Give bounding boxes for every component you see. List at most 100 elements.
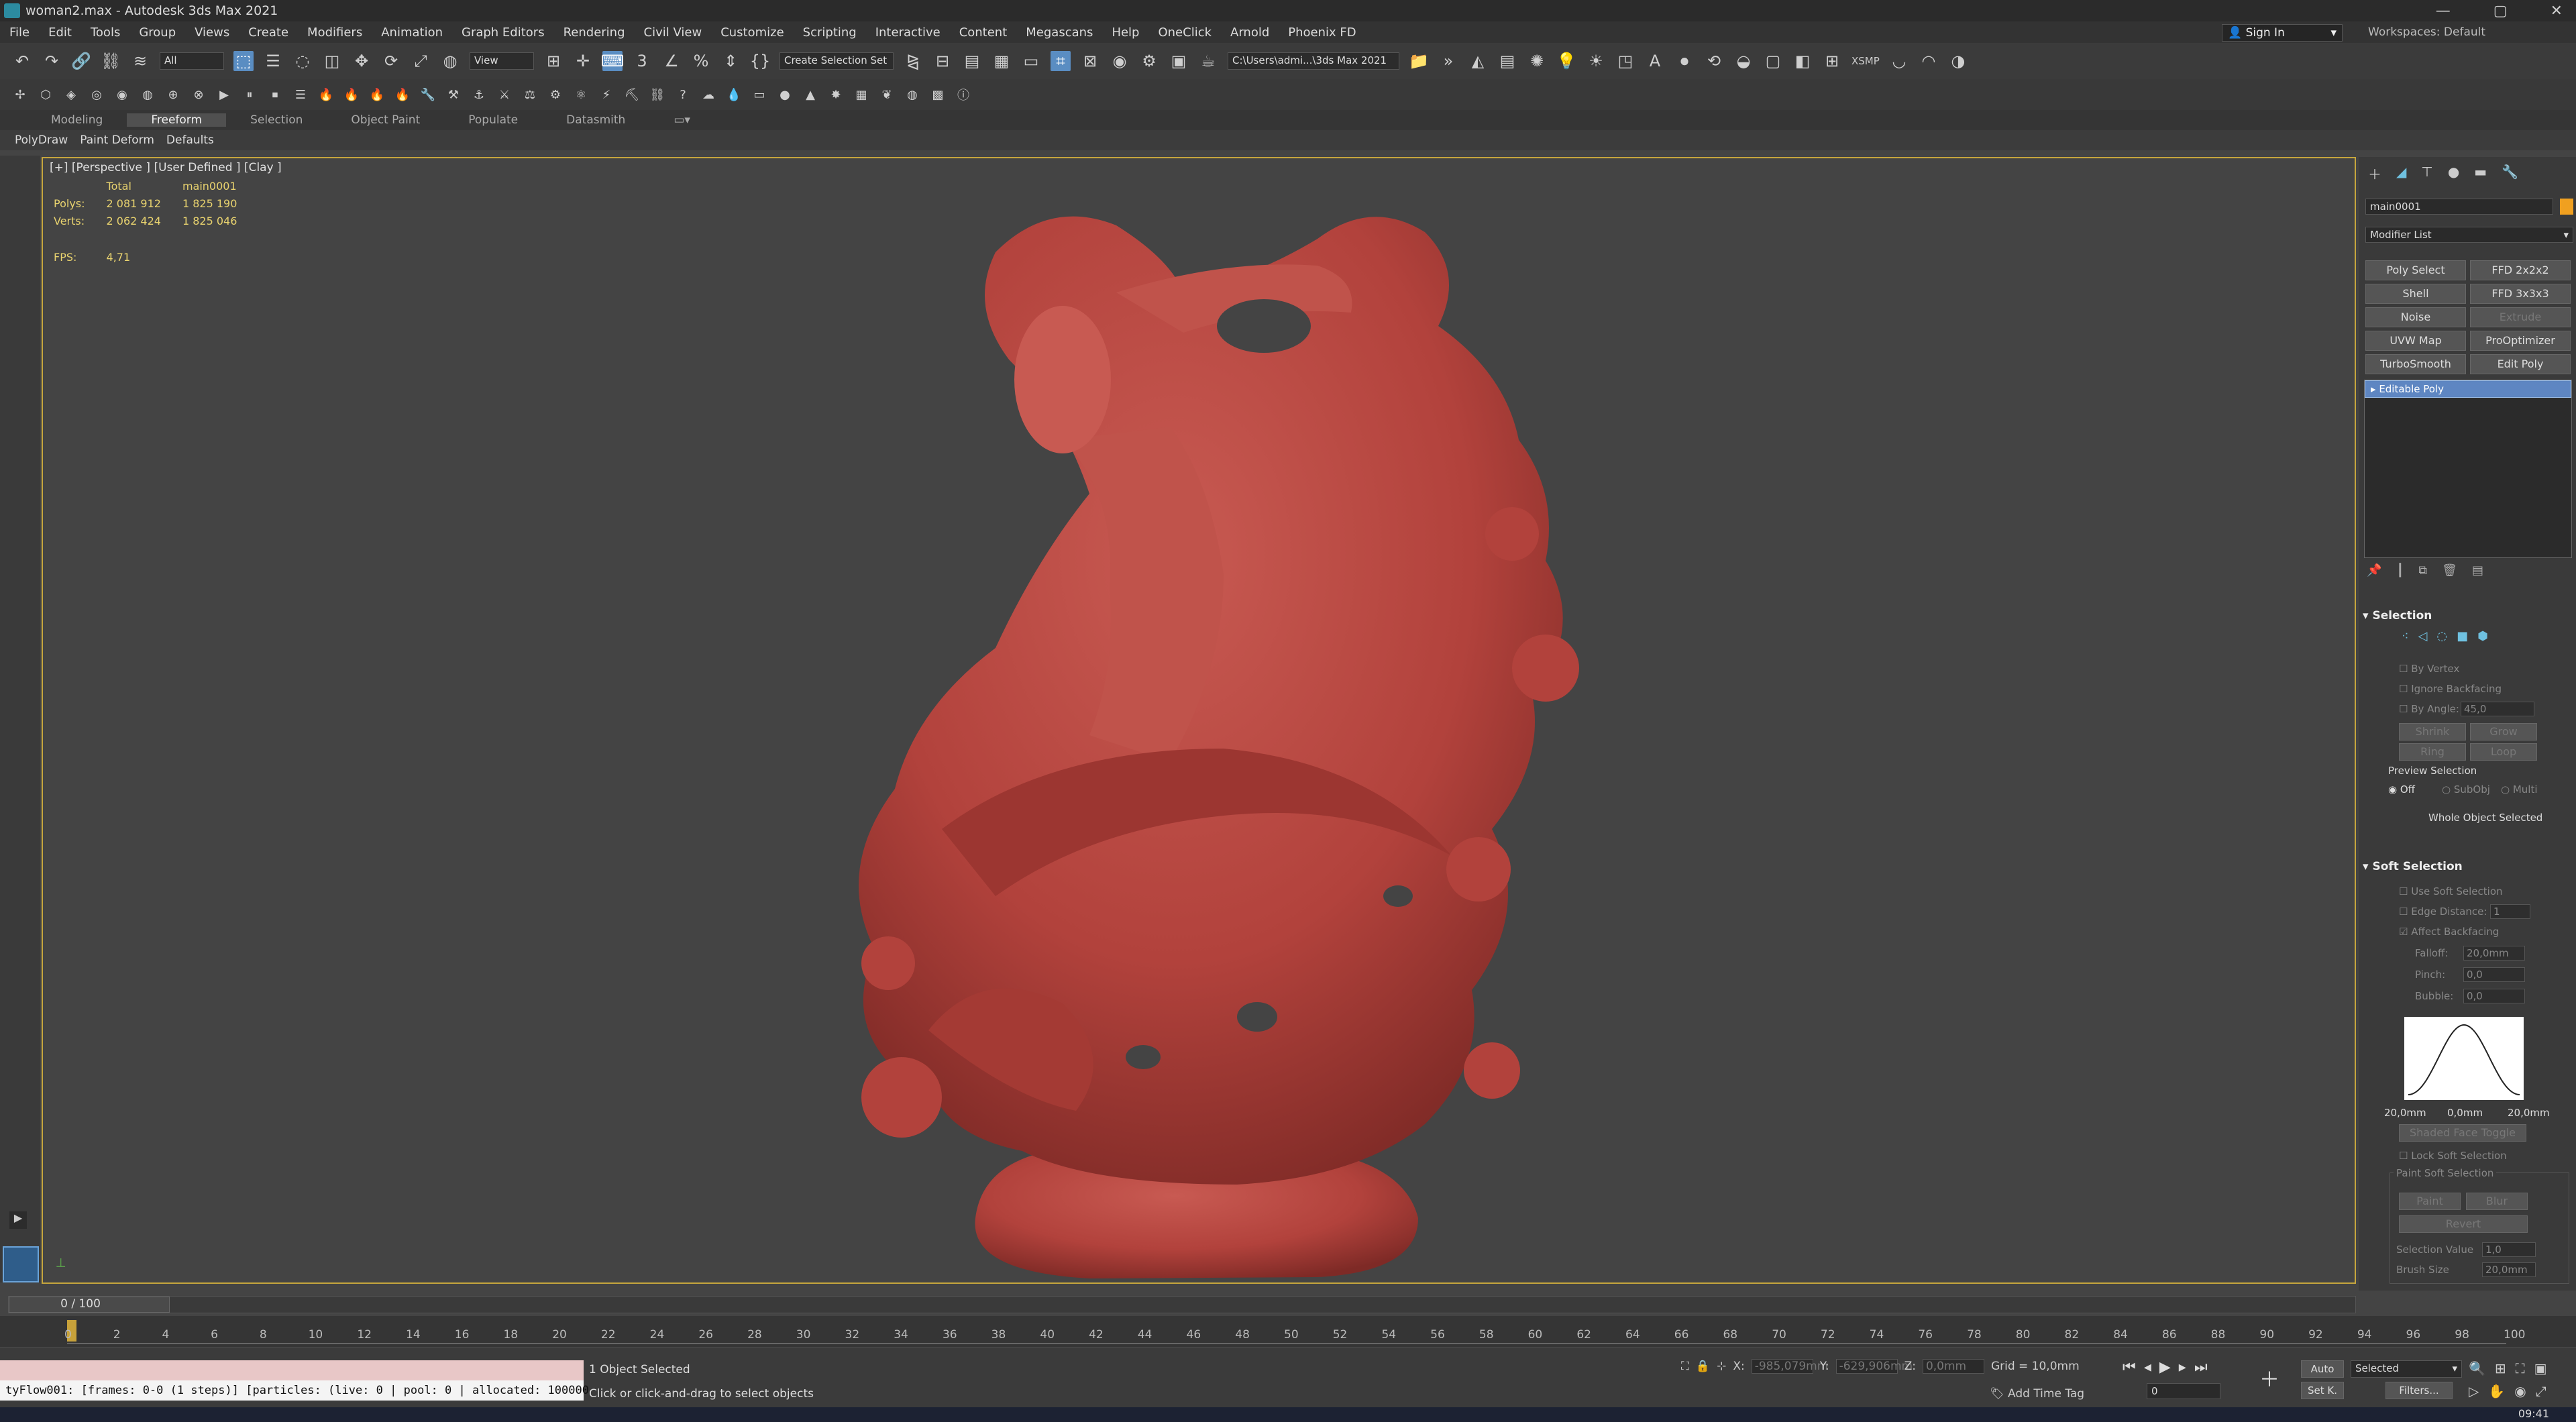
rotate-icon[interactable]: ⟳	[381, 51, 401, 71]
object-name-field[interactable]: main0001	[2365, 199, 2553, 215]
edge-mode-icon[interactable]: ◁	[2418, 629, 2428, 643]
percent-snap-icon[interactable]: %	[691, 51, 711, 71]
motion-tab-icon[interactable]: ●	[2448, 164, 2459, 181]
lightbulb-icon[interactable]: 💡	[1556, 51, 1576, 71]
grid-b-icon[interactable]: ▦	[853, 87, 869, 103]
tool-b-icon[interactable]: ⚓	[471, 87, 487, 103]
rec-icon[interactable]: ⏺	[1674, 51, 1695, 71]
stack-item-editable-poly[interactable]: ▸ Editable Poly	[2365, 380, 2571, 398]
viewport-layout-icon[interactable]	[3, 1246, 39, 1282]
expand-arrow-icon[interactable]: ▶	[9, 1211, 27, 1229]
menu-oneclick[interactable]: OneClick	[1148, 25, 1221, 40]
menu-phoenix-fd[interactable]: Phoenix FD	[1279, 25, 1365, 40]
zoom-icon[interactable]: 🔍	[2469, 1360, 2485, 1376]
selection-filter-dropdown[interactable]: All	[160, 52, 224, 70]
menu-customize[interactable]: Customize	[711, 25, 793, 40]
fire-a-icon[interactable]: 🔥	[318, 87, 334, 103]
helper-e-icon[interactable]: ◉	[114, 87, 130, 103]
set-key-button[interactable]: Set K.	[2301, 1382, 2344, 1399]
configure-sets-icon[interactable]: ▤	[2472, 563, 2483, 578]
extrude-button[interactable]: Extrude	[2470, 307, 2571, 327]
fire-c-icon[interactable]: 🔥	[369, 87, 385, 103]
border-mode-icon[interactable]: ◌	[2436, 629, 2447, 643]
keyboard-shortcut-icon[interactable]: ⌨	[601, 51, 624, 71]
play-animation-icon[interactable]: ▶	[2159, 1359, 2171, 1376]
unlink-icon[interactable]: ⛓	[101, 51, 121, 71]
sphere-icon[interactable]: ●	[777, 87, 793, 103]
text-tool-icon[interactable]: A	[1645, 51, 1665, 71]
shell-button[interactable]: Shell	[2365, 284, 2466, 304]
menu-rendering[interactable]: Rendering	[554, 25, 635, 40]
leaf-icon[interactable]: ❦	[879, 87, 895, 103]
ribbon-options-icon[interactable]: ▭▾	[649, 113, 714, 127]
star-icon[interactable]: ✸	[828, 87, 844, 103]
tab-populate[interactable]: Populate	[444, 113, 542, 127]
help-icon[interactable]: ?	[675, 87, 691, 103]
edit-named-selection-icon[interactable]: {}	[750, 51, 771, 71]
vertex-mode-icon[interactable]: ⁖	[2402, 629, 2409, 643]
by-vertex-checkbox[interactable]: ☐ By Vertex	[2399, 663, 2459, 675]
uvw-map-button[interactable]: UVW Map	[2365, 331, 2466, 351]
menu-graph-editors[interactable]: Graph Editors	[452, 25, 554, 40]
region-select-icon[interactable]: ◌	[292, 51, 313, 71]
tool-f-icon[interactable]: ⚛	[573, 87, 589, 103]
material-editor-icon[interactable]: ◉	[1110, 51, 1130, 71]
ring-button[interactable]: Ring	[2399, 743, 2466, 761]
helper-c-icon[interactable]: ◈	[63, 87, 79, 103]
element-mode-icon[interactable]: ⬢	[2477, 629, 2488, 643]
menu-scripting[interactable]: Scripting	[794, 25, 866, 40]
refresh-icon[interactable]: ⟲	[1704, 51, 1724, 71]
key-filters-button[interactable]: Filters...	[2385, 1382, 2453, 1399]
place-icon[interactable]: ◍	[440, 51, 460, 71]
current-frame-field[interactable]: 0	[2147, 1383, 2220, 1399]
menu-group[interactable]: Group	[129, 25, 185, 40]
lock-selection-icon[interactable]: 🔒	[1696, 1360, 1710, 1373]
modifier-list-dropdown[interactable]: Modifier List ▾	[2365, 227, 2573, 243]
menu-megascans[interactable]: Megascans	[1016, 25, 1102, 40]
info-icon[interactable]: ⓘ	[955, 87, 971, 103]
menu-animation[interactable]: Animation	[372, 25, 452, 40]
isolate-icon[interactable]: ⛶	[1681, 1360, 1689, 1373]
x-coordinate-field[interactable]: -985,079mm	[1751, 1359, 1828, 1374]
object-color-swatch[interactable]	[2560, 199, 2573, 215]
plugin-a-icon[interactable]: ◭	[1468, 51, 1488, 71]
menu-interactive[interactable]: Interactive	[866, 25, 950, 40]
tool-a-icon[interactable]: ⚒	[445, 87, 462, 103]
scale-icon[interactable]: ⤢	[411, 51, 431, 71]
preview-subobj-radio[interactable]: ○ SubObj	[2442, 783, 2490, 796]
soft-selection-rollout-title[interactable]: ▾ Soft Selection	[2363, 860, 2463, 873]
maxscript-listener-output[interactable]: tyFlow001: [frames: 0-0 (1 steps)] [part…	[0, 1380, 589, 1401]
menu-edit[interactable]: Edit	[39, 25, 81, 40]
ribbon-toggle-icon[interactable]: ▭	[1021, 51, 1041, 71]
mirror-icon[interactable]: ⧎	[903, 51, 923, 71]
time-slider[interactable]	[8, 1296, 2356, 1313]
edge-distance-checkbox[interactable]: ☐ Edge Distance:	[2399, 906, 2487, 918]
water-icon[interactable]: 💧	[726, 87, 742, 103]
subtab-defaults[interactable]: Defaults	[166, 133, 214, 147]
tab-modeling[interactable]: Modeling	[27, 113, 127, 127]
select-object-icon[interactable]: ⬚	[233, 51, 254, 71]
camera-icon[interactable]: ◳	[1615, 51, 1635, 71]
play-icon[interactable]: ▶	[216, 87, 232, 103]
remove-modifier-icon[interactable]: 🗑	[2442, 563, 2457, 578]
brush-size-field[interactable]: 20,0mm	[2482, 1262, 2536, 1277]
subtab-paint-deform[interactable]: Paint Deform	[80, 133, 154, 147]
fire-d-icon[interactable]: 🔥	[394, 87, 411, 103]
prooptimizer-button[interactable]: ProOptimizer	[2470, 331, 2571, 351]
preview-multi-radio[interactable]: ○ Multi	[2501, 783, 2538, 796]
close-button[interactable]: ✕	[2551, 3, 2563, 19]
create-tab-icon[interactable]: ＋	[2368, 164, 2381, 182]
zoom-all-icon[interactable]: ⊞	[2495, 1360, 2506, 1376]
xsmp-label[interactable]: XSMP	[1851, 55, 1880, 67]
wrench-icon[interactable]: 🔧	[420, 87, 436, 103]
move-icon[interactable]: ✥	[352, 51, 372, 71]
colors-icon[interactable]: ▩	[930, 87, 946, 103]
tool-i-icon[interactable]: ⛓	[649, 87, 665, 103]
named-selection-dropdown[interactable]: Create Selection Set	[780, 52, 894, 70]
polygon-mode-icon[interactable]: ■	[2457, 629, 2468, 643]
go-to-start-icon[interactable]: ⏮	[2123, 1359, 2136, 1376]
perspective-viewport[interactable]	[42, 157, 2356, 1284]
ffd-2x2x2-button[interactable]: FFD 2x2x2	[2470, 260, 2571, 280]
link-icon[interactable]: 🔗	[71, 51, 91, 71]
cloud-icon[interactable]: ☁	[700, 87, 716, 103]
